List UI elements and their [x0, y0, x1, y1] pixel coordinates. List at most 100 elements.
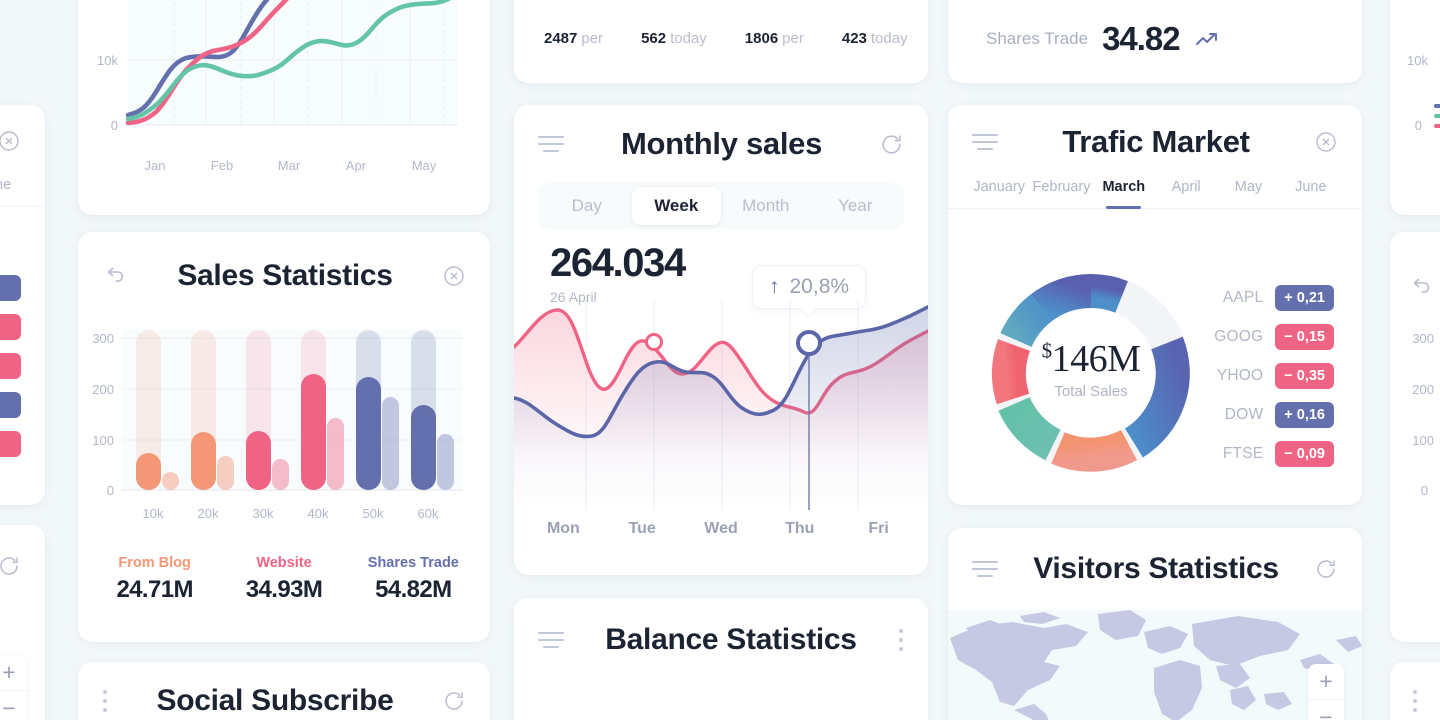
list-item[interactable]: AAPL + 0,21 [1214, 285, 1334, 311]
trafic-market-header: Trafic Market [948, 105, 1362, 179]
more-vertical-icon[interactable] [898, 629, 904, 651]
tab-june[interactable]: June [1280, 179, 1342, 208]
tab-day[interactable]: Day [542, 187, 632, 225]
close-circle-icon[interactable] [0, 129, 21, 153]
tab-month[interactable]: Month [721, 187, 811, 225]
sales-statistics-footer: From Blog 24.71M Website 34.93M Shares T… [78, 555, 490, 604]
trend-up-icon [1194, 27, 1222, 51]
list-item[interactable]: DOW + 0,16 [1214, 402, 1334, 428]
more-vertical-icon[interactable] [102, 690, 108, 712]
left-partial-map-zoom: + − [0, 655, 27, 720]
footer-stat-value: 54.82M [375, 576, 452, 603]
left-partial-trafic-card: June 21 5 5 16 09 [0, 105, 45, 505]
list-item[interactable]: 16 [0, 392, 21, 418]
undo-icon[interactable] [1408, 274, 1434, 300]
refresh-icon[interactable] [442, 689, 466, 713]
footer-stat-value: 34.93M [245, 576, 323, 603]
stat-value: 2487 [544, 30, 578, 47]
sales-statistics-bar-svg: 300 200 100 0 10k 20k 30k 40k 50k 60k [92, 330, 462, 521]
monthly-sales-xaxis: Mon Tue Wed Thu Fri [524, 520, 918, 538]
shares-trade-label: Shares Trade [986, 28, 1089, 48]
line-chart-ytick: 0 [111, 118, 118, 133]
list-item[interactable]: 09 [0, 431, 21, 457]
zoom-out-button[interactable]: − [0, 691, 27, 720]
day-label-tue: Tue [628, 520, 656, 537]
list-item[interactable]: YHOO − 0,35 [1214, 363, 1334, 389]
page-title: Trafic Market [1062, 124, 1250, 159]
line-chart-xtick: Apr [346, 158, 367, 173]
tab-may[interactable]: May [1217, 179, 1279, 208]
footer-stat-website: Website 34.93M [219, 555, 348, 604]
ytick: 300 [1412, 331, 1434, 346]
legend-symbol: DOW [1224, 406, 1264, 423]
tab-january[interactable]: January [968, 179, 1030, 208]
monthly-sales-header: Monthly sales [514, 105, 928, 183]
left-partial-visitors-card: + − [0, 525, 45, 720]
burger-icon[interactable] [538, 632, 564, 648]
page-title: Balance Statistics [605, 623, 857, 656]
status-badge: − 0,35 [1275, 363, 1334, 389]
zoom-in-button[interactable]: + [1308, 664, 1344, 700]
ytick: 10k [1407, 53, 1428, 68]
footer-stat-shares-trade: Shares Trade 54.82M [349, 555, 478, 604]
zoom-in-button[interactable]: + [0, 655, 27, 691]
footer-stat-label: Shares Trade [367, 555, 459, 571]
list-item[interactable]: FTSE − 0,09 [1214, 441, 1334, 467]
list-item[interactable]: 21 [0, 275, 21, 301]
legend-symbol: GOOG [1214, 328, 1264, 345]
more-vertical-icon[interactable] [1412, 690, 1418, 712]
zoom-out-button[interactable]: − [1308, 700, 1344, 720]
left-partial-month-tab-june[interactable]: June [0, 177, 27, 206]
tab-april[interactable]: April [1155, 179, 1217, 208]
stat-item: 2487 per [544, 30, 603, 47]
visitors-statistics-card: Visitors Statistics + − [948, 528, 1362, 720]
close-circle-icon[interactable] [442, 264, 466, 288]
top-stats-card: 2487 per 562 today 1806 per 423 today [514, 0, 928, 83]
dashboard-root: June 21 5 5 16 09 [0, 0, 1440, 720]
list-item[interactable]: 5 [0, 314, 21, 340]
status-badge: + 0,21 [1275, 285, 1334, 311]
ytick: 0 [1415, 118, 1422, 133]
page-title: Visitors Statistics [1033, 552, 1279, 585]
trafic-market-month-tabs: January February March April May June [948, 179, 1362, 209]
balance-statistics-header: Balance Statistics [514, 598, 928, 682]
shares-trade-row: Shares Trade 34.82 [948, 0, 1362, 83]
world-map[interactable] [948, 610, 1362, 720]
bar-chart-xtick: 50k [363, 506, 384, 521]
bar-chart-ytick: 300 [92, 331, 114, 346]
status-badge: − 0,15 [1275, 324, 1334, 350]
status-badge: 5 [0, 314, 21, 340]
tab-february[interactable]: February [1030, 179, 1092, 208]
monthly-sales-value: 264.034 [550, 241, 686, 285]
footer-stat-value: 24.71M [116, 576, 193, 603]
burger-icon[interactable] [538, 136, 564, 152]
list-item[interactable]: GOOG − 0,15 [1214, 324, 1334, 350]
ytick: 0 [1421, 483, 1428, 498]
burger-icon[interactable] [972, 561, 998, 577]
status-badge: 21 [0, 275, 21, 301]
trend-up-arrow-icon: ↑ [769, 275, 780, 298]
top-stats-row: 2487 per 562 today 1806 per 423 today [514, 0, 928, 83]
tab-year[interactable]: Year [811, 187, 901, 225]
stat-item: 1806 per [745, 30, 804, 47]
right-partial-line-svg: 10k 0 [1407, 53, 1440, 133]
tab-week[interactable]: Week [631, 187, 721, 225]
bar-chart-ytick: 100 [92, 433, 114, 448]
burger-icon[interactable] [972, 134, 998, 150]
refresh-icon[interactable] [1314, 557, 1338, 581]
bar-chart-ytick: 0 [107, 483, 114, 498]
day-label-thu: Thu [785, 520, 815, 537]
refresh-icon[interactable] [0, 554, 21, 578]
list-item[interactable]: 5 [0, 353, 21, 379]
undo-icon[interactable] [102, 263, 128, 289]
stat-value: 423 [841, 30, 867, 47]
shares-trade-value: 34.82 [1102, 19, 1181, 57]
world-map-svg [950, 610, 1362, 720]
map-zoom-control: + − [1308, 664, 1344, 720]
stat-unit: per [782, 30, 804, 47]
donut-center-label: $146M Total Sales [976, 337, 1206, 400]
refresh-icon[interactable] [879, 132, 904, 157]
line-chart-xtick: Feb [211, 158, 233, 173]
close-circle-icon[interactable] [1314, 130, 1338, 154]
tab-march[interactable]: March [1093, 179, 1155, 209]
